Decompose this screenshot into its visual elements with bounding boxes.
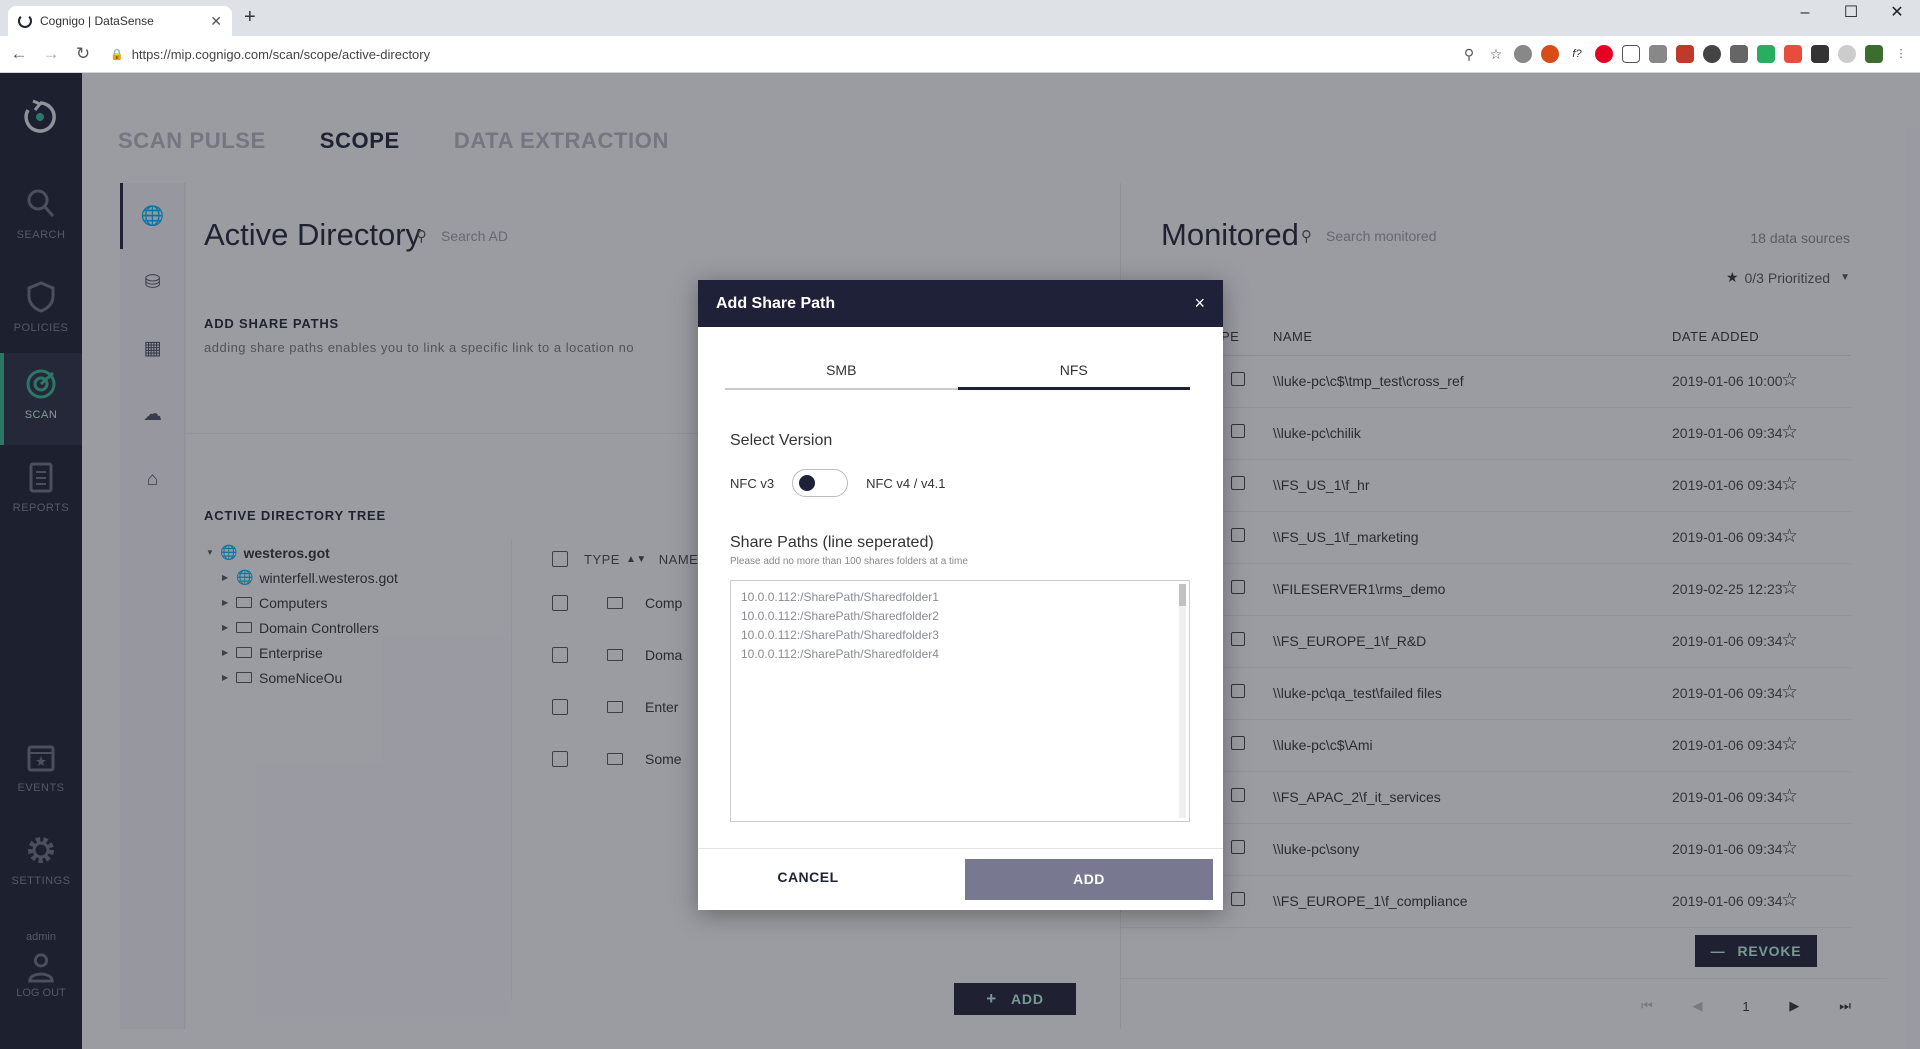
- protocol-tabs: SMB NFS: [725, 362, 1190, 390]
- version-right-label: NFC v4 / v4.1: [866, 475, 946, 491]
- menu-icon[interactable]: ⋮: [1892, 45, 1910, 63]
- extension-icon[interactable]: [1622, 45, 1640, 63]
- url-field[interactable]: 🔒 https://mip.cognigo.com/scan/scope/act…: [110, 47, 430, 62]
- back-icon[interactable]: ←: [6, 44, 32, 64]
- browser-tab-title: Cognigo | DataSense: [40, 14, 154, 28]
- extension-icon[interactable]: [1514, 45, 1532, 63]
- minimize-icon[interactable]: –: [1782, 0, 1828, 28]
- url-text: https://mip.cognigo.com/scan/scope/activ…: [131, 46, 431, 62]
- version-left-label: NFC v3: [730, 475, 775, 491]
- dialog-footer: CANCEL ADD: [698, 848, 1223, 910]
- zoom-icon[interactable]: ⚲: [1460, 45, 1478, 63]
- address-bar: ← → ↻ 🔒 https://mip.cognigo.com/scan/sco…: [0, 36, 1920, 73]
- extension-icon[interactable]: [1865, 45, 1883, 63]
- cognigo-favicon-icon: [18, 14, 32, 28]
- browser-tab-bar: Cognigo | DataSense ✕ + – ☐ ✕: [0, 0, 1920, 36]
- reload-icon[interactable]: ↻: [70, 44, 96, 64]
- extension-icon[interactable]: [1784, 45, 1802, 63]
- dialog-header: Add Share Path ×: [698, 280, 1223, 327]
- new-tab-icon[interactable]: +: [244, 6, 256, 29]
- extension-icons: ⚲ ☆ f? ⋮: [1460, 45, 1910, 63]
- add-button[interactable]: ADD: [965, 859, 1213, 900]
- close-icon[interactable]: ×: [1194, 293, 1205, 314]
- close-window-icon[interactable]: ✕: [1874, 0, 1920, 28]
- extension-icon[interactable]: [1757, 45, 1775, 63]
- tab-smb[interactable]: SMB: [725, 362, 958, 388]
- camera-icon[interactable]: [1649, 45, 1667, 63]
- extension-icon[interactable]: [1838, 45, 1856, 63]
- extension-icon[interactable]: [1730, 45, 1748, 63]
- maximize-icon[interactable]: ☐: [1828, 0, 1874, 28]
- dialog-title: Add Share Path: [716, 294, 836, 312]
- placeholder-line: 10.0.0.112:/SharePath/Sharedfolder2: [741, 609, 939, 623]
- window-controls: – ☐ ✕: [1782, 0, 1920, 28]
- extension-icon[interactable]: [1541, 45, 1559, 63]
- version-toggle[interactable]: [792, 469, 849, 497]
- placeholder-line: 10.0.0.112:/SharePath/Sharedfolder4: [741, 647, 939, 661]
- cancel-button[interactable]: CANCEL: [738, 869, 878, 885]
- close-tab-icon[interactable]: ✕: [210, 13, 222, 30]
- select-version-label: Select Version: [730, 432, 833, 449]
- placeholder-line: 10.0.0.112:/SharePath/Sharedfolder1: [741, 590, 939, 604]
- share-paths-hint: Please add no more than 100 shares folde…: [730, 556, 968, 567]
- extension-icon[interactable]: [1703, 45, 1721, 63]
- extension-icon[interactable]: [1676, 45, 1694, 63]
- forward-icon[interactable]: →: [38, 44, 64, 64]
- share-paths-textarea[interactable]: 10.0.0.112:/SharePath/Sharedfolder1 10.0…: [730, 580, 1190, 822]
- pinterest-icon[interactable]: [1595, 45, 1613, 63]
- lock-icon: 🔒: [110, 48, 124, 61]
- textarea-scrollbar[interactable]: [1179, 584, 1186, 818]
- placeholder-line: 10.0.0.112:/SharePath/Sharedfolder3: [741, 628, 939, 642]
- add-share-path-dialog: Add Share Path × SMB NFS Select Version …: [698, 280, 1223, 910]
- tab-nfs[interactable]: NFS: [957, 362, 1190, 390]
- version-selector: NFC v3 NFC v4 / v4.1: [730, 468, 946, 498]
- share-paths-label: Share Paths (line seperated): [730, 534, 934, 551]
- bookmark-star-icon[interactable]: ☆: [1487, 45, 1505, 63]
- extension-icon[interactable]: [1811, 45, 1829, 63]
- browser-tab[interactable]: Cognigo | DataSense ✕: [8, 6, 232, 36]
- extension-icon[interactable]: f?: [1568, 45, 1586, 63]
